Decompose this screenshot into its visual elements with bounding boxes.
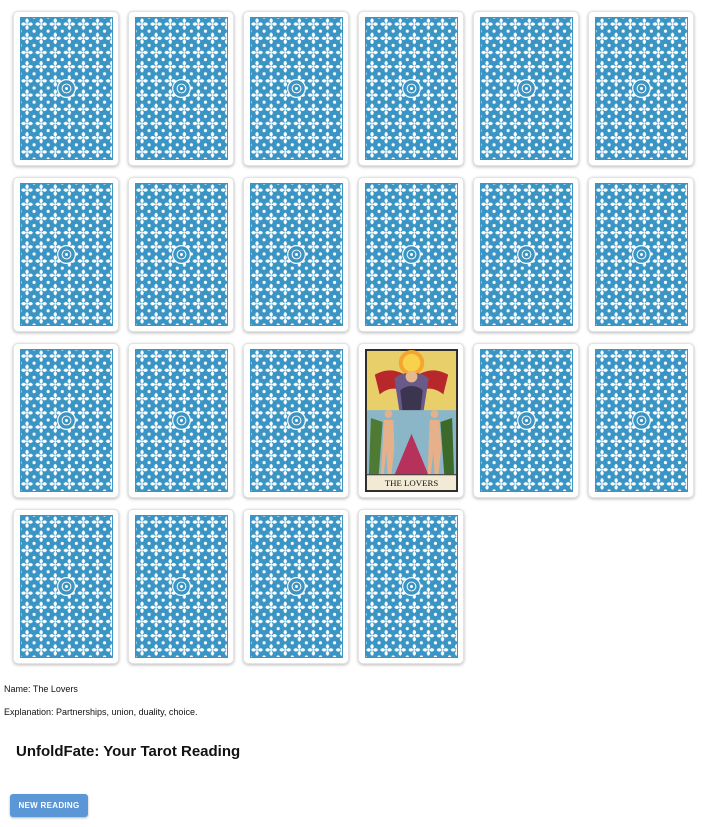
- tarot-card-back[interactable]: [128, 343, 234, 498]
- tarot-card-grid: THE LOVERS: [13, 11, 694, 664]
- tarot-card-back[interactable]: [358, 11, 464, 166]
- card-back-pattern: [595, 349, 688, 492]
- tarot-card-back[interactable]: [473, 343, 579, 498]
- card-back-pattern: [480, 183, 573, 326]
- card-back-pattern: [250, 17, 343, 160]
- tarot-card-back[interactable]: [358, 177, 464, 332]
- card-back-pattern: [135, 183, 228, 326]
- tarot-card-back[interactable]: [588, 177, 694, 332]
- tarot-card-back[interactable]: [473, 177, 579, 332]
- card-back-pattern: [365, 183, 458, 326]
- page-title: UnfoldFate: Your Tarot Reading: [16, 743, 241, 760]
- card-back-pattern: [365, 17, 458, 160]
- tarot-card-back[interactable]: [588, 11, 694, 166]
- tarot-card-back[interactable]: [13, 11, 119, 166]
- tarot-card-back[interactable]: [13, 177, 119, 332]
- tarot-card-back[interactable]: [13, 343, 119, 498]
- card-back-pattern: [20, 17, 113, 160]
- tarot-card-back[interactable]: [128, 509, 234, 664]
- card-back-pattern: [595, 17, 688, 160]
- card-back-pattern: [365, 515, 458, 658]
- tarot-card-back[interactable]: [243, 11, 349, 166]
- tarot-card-back[interactable]: [128, 11, 234, 166]
- tarot-card-back[interactable]: [588, 343, 694, 498]
- tarot-card-back[interactable]: [13, 509, 119, 664]
- card-back-pattern: [250, 515, 343, 658]
- card-front-title: THE LOVERS: [385, 478, 439, 488]
- card-back-pattern: [20, 515, 113, 658]
- card-back-pattern: [20, 183, 113, 326]
- card-front-image: THE LOVERS: [365, 349, 458, 492]
- card-back-pattern: [480, 349, 573, 492]
- tarot-card-revealed[interactable]: THE LOVERS: [358, 343, 464, 498]
- card-back-pattern: [250, 183, 343, 326]
- selected-card-explanation: Explanation: Partnerships, union, dualit…: [4, 707, 198, 717]
- new-reading-button[interactable]: NEW READING: [10, 794, 88, 817]
- tarot-card-back[interactable]: [243, 177, 349, 332]
- card-back-pattern: [135, 515, 228, 658]
- tarot-card-back[interactable]: [243, 343, 349, 498]
- tarot-card-back[interactable]: [243, 509, 349, 664]
- tarot-card-back[interactable]: [128, 177, 234, 332]
- card-back-pattern: [20, 349, 113, 492]
- card-back-pattern: [595, 183, 688, 326]
- card-back-pattern: [135, 17, 228, 160]
- tarot-card-back[interactable]: [358, 509, 464, 664]
- card-back-pattern: [135, 349, 228, 492]
- selected-card-name: Name: The Lovers: [4, 684, 78, 694]
- tarot-card-back[interactable]: [473, 11, 579, 166]
- card-back-pattern: [250, 349, 343, 492]
- card-back-pattern: [480, 17, 573, 160]
